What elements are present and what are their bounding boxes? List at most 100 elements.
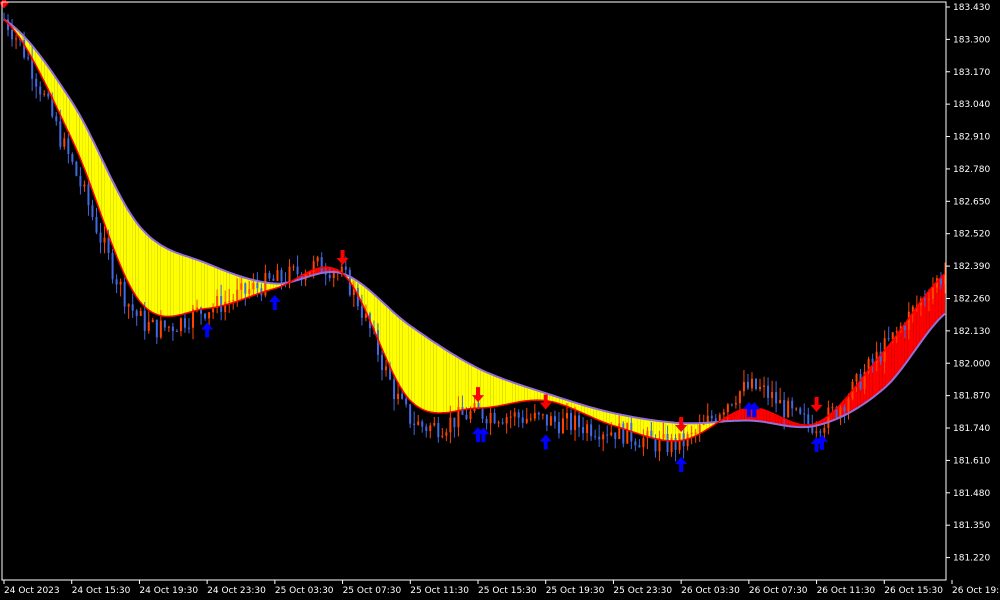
candle-body — [248, 289, 251, 294]
candle-body — [183, 318, 186, 328]
ribbon-segment — [145, 232, 149, 310]
ribbon-segment — [113, 183, 117, 258]
ribbon-segment — [493, 375, 497, 407]
ribbon-segment — [185, 256, 190, 314]
candle-body — [111, 252, 114, 280]
candle-body — [791, 400, 794, 409]
candle-body — [513, 412, 516, 417]
candle-body — [891, 332, 894, 340]
candle-body — [328, 274, 331, 279]
y-tick-label: 183.170 — [953, 68, 990, 78]
ribbon-segment — [104, 164, 108, 233]
candle-body — [779, 399, 782, 404]
candle-body — [236, 289, 239, 301]
candle-body — [746, 381, 749, 389]
candle-body — [598, 436, 601, 440]
candle-body — [344, 266, 347, 270]
y-tick-label: 181.480 — [953, 489, 990, 499]
candle-body — [557, 421, 560, 434]
ribbon-segment — [163, 246, 168, 317]
ribbon-segment — [741, 409, 745, 421]
candle-body — [742, 381, 745, 392]
candle-body — [694, 432, 697, 434]
ribbon-segment — [414, 329, 419, 407]
ribbon-segment — [759, 408, 764, 422]
x-tick-label: 24 Oct 2023 — [4, 586, 60, 596]
candle-body — [819, 431, 822, 433]
ribbon-segment — [157, 243, 161, 316]
candle-body — [722, 412, 725, 415]
candle-body — [775, 392, 778, 404]
candle-body — [131, 304, 134, 311]
y-tick-label: 181.610 — [953, 456, 990, 466]
candle-body — [666, 433, 669, 453]
ribbon-segment — [116, 189, 121, 265]
ribbon-segment — [229, 272, 233, 304]
candle-body — [240, 283, 243, 290]
candle-body — [272, 278, 275, 281]
candle-body — [220, 296, 223, 313]
candle-body — [147, 322, 150, 331]
ribbon-segment — [502, 378, 506, 406]
x-tick-label: 25 Oct 19:30 — [546, 586, 605, 596]
candle-body — [175, 330, 178, 332]
candle-body — [847, 398, 850, 412]
ribbon-segment — [396, 314, 400, 386]
candle-body — [803, 413, 806, 415]
ribbon-segment — [518, 384, 522, 403]
candle-body — [807, 414, 810, 424]
ribbon-segment — [424, 335, 428, 412]
price-chart[interactable]: 183.430 183.300 183.170 183.040 182.910 182.7… — [0, 0, 1000, 600]
candle-body — [754, 378, 757, 389]
candle-body — [204, 313, 207, 319]
candle-body — [578, 415, 581, 428]
candle-body — [59, 121, 62, 147]
candle-body — [91, 205, 94, 218]
ribbon-segment — [201, 261, 205, 310]
candle-body — [606, 434, 609, 436]
ribbon-segment — [129, 212, 133, 291]
ribbon-segment — [110, 177, 114, 250]
x-tick-label: 25 Oct 03:30 — [275, 586, 334, 596]
ribbon-segment — [176, 252, 180, 316]
ribbon-segment — [452, 354, 456, 412]
ribbon-segment — [612, 412, 616, 427]
candle-body — [39, 86, 42, 95]
candle-body — [425, 426, 428, 432]
ribbon-segment — [458, 357, 462, 411]
candle-body — [706, 415, 709, 423]
candle-body — [642, 438, 645, 448]
ribbon-segment — [872, 360, 876, 398]
candle-body — [493, 412, 496, 424]
ribbon-segment — [897, 329, 902, 374]
candle-body — [83, 184, 86, 187]
ribbon-segment — [148, 235, 152, 312]
candle-body — [385, 366, 388, 371]
candle-body — [582, 427, 585, 434]
candle-body — [521, 417, 524, 423]
candle-body — [31, 58, 34, 79]
candle-body — [710, 415, 713, 419]
x-tick-label: 25 Oct 07:30 — [343, 586, 402, 596]
candle-body — [276, 270, 279, 281]
candle-body — [256, 283, 259, 289]
candle-body — [449, 417, 452, 433]
ribbon-segment — [509, 381, 513, 404]
ribbon-segment — [885, 345, 889, 388]
ribbon-segment — [154, 240, 158, 315]
candle-body — [71, 154, 74, 162]
ribbon-segment — [512, 382, 516, 404]
candle-body — [887, 338, 890, 340]
candle-body — [831, 407, 834, 409]
candle-body — [11, 29, 14, 40]
candle-body — [618, 423, 621, 440]
candle-body — [485, 418, 488, 424]
candle-body — [565, 412, 568, 419]
ribbon-segment — [446, 350, 450, 413]
ribbon-segment — [107, 170, 111, 241]
candle-body — [95, 217, 98, 233]
candle-body — [417, 421, 420, 425]
candle-body — [771, 392, 774, 398]
candle-body — [541, 414, 544, 416]
ribbon-segment — [449, 352, 453, 413]
